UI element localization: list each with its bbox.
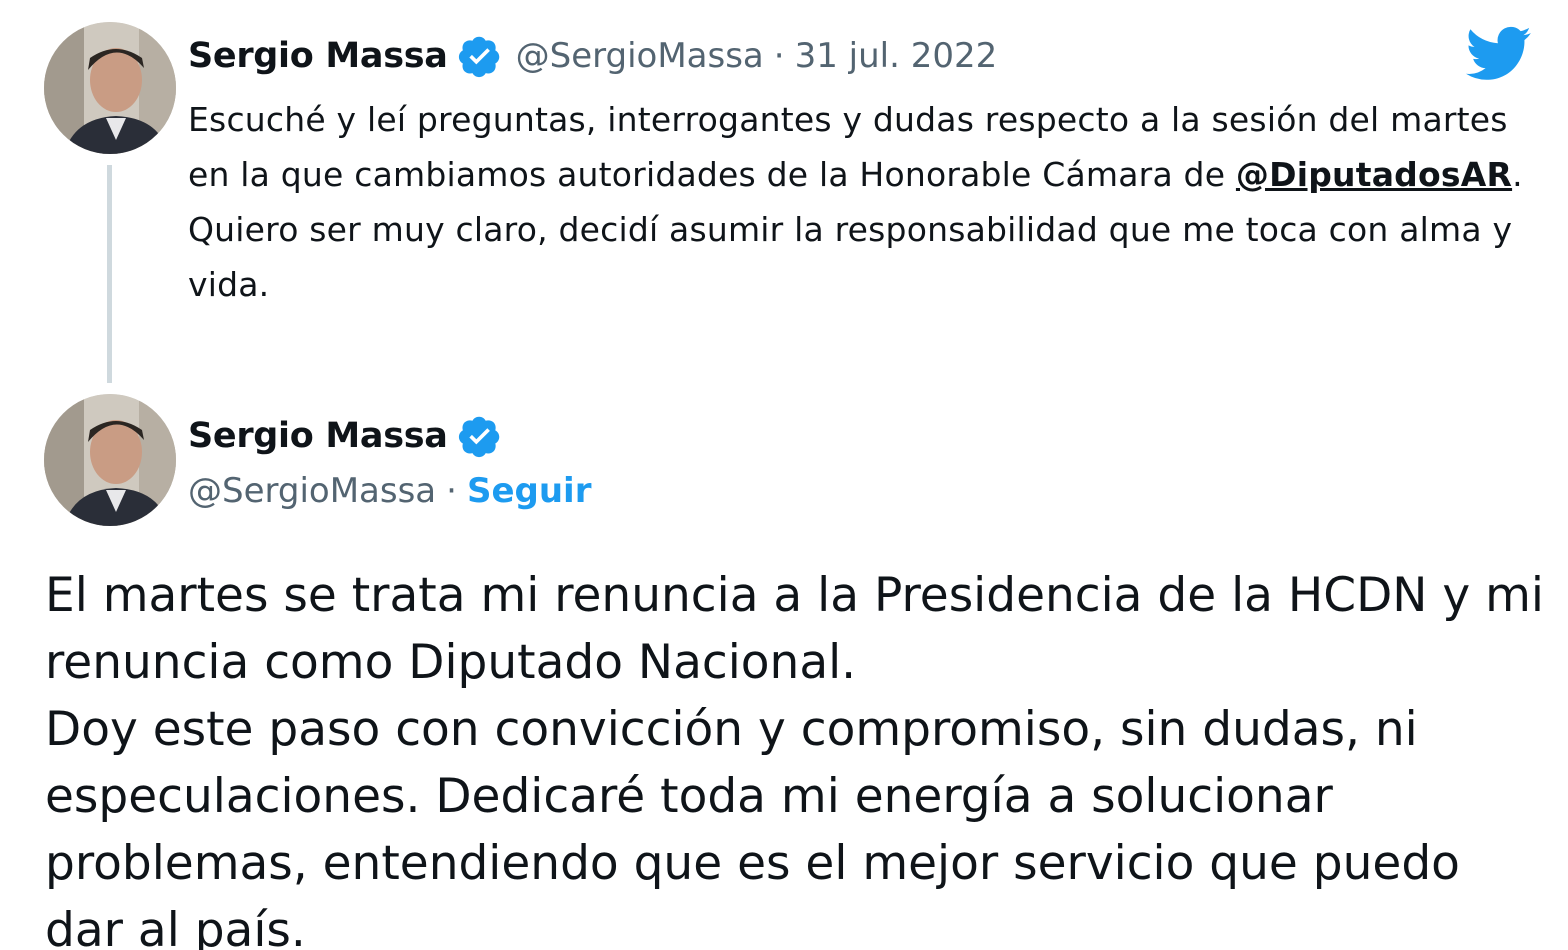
follow-button[interactable]: Seguir (467, 471, 592, 511)
author-name[interactable]: Sergio Massa (188, 36, 448, 76)
avatar[interactable] (44, 394, 176, 526)
main-tweet-handle-row: @SergioMassa · Seguir (188, 464, 591, 518)
verified-badge-icon (458, 34, 502, 78)
twitter-bird-icon[interactable] (1466, 26, 1532, 82)
mention-link[interactable]: @DiputadosAR (1236, 155, 1512, 194)
verified-badge-icon (458, 414, 502, 458)
author-handle[interactable]: @SergioMassa (516, 36, 764, 76)
author-name[interactable]: Sergio Massa (188, 416, 448, 456)
mention-suffix: . (1512, 155, 1523, 194)
separator-dot: · (773, 36, 785, 76)
author-handle[interactable]: @SergioMassa (188, 471, 436, 511)
main-tweet-author-row: Sergio Massa (188, 408, 502, 464)
tweet-embed: Sergio Massa @SergioMassa · 31 jul. 2022… (0, 0, 1568, 950)
thread-connector-line (107, 165, 112, 383)
tweet-text: El martes se trata mi renuncia a la Pres… (45, 568, 1544, 690)
tweet-text: Doy este paso con convicción y compromis… (45, 702, 1460, 950)
quoted-tweet-header: Sergio Massa @SergioMassa · 31 jul. 2022 (188, 30, 997, 82)
separator-dot: · (446, 471, 457, 511)
quoted-tweet-text: Escuché y leí preguntas, interrogantes y… (188, 92, 1538, 312)
avatar[interactable] (44, 22, 176, 154)
tweet-date[interactable]: 31 jul. 2022 (795, 36, 998, 76)
main-tweet-text: El martes se trata mi renuncia a la Pres… (45, 562, 1545, 950)
tweet-text: Quiero ser muy claro, decidí asumir la r… (188, 210, 1513, 304)
